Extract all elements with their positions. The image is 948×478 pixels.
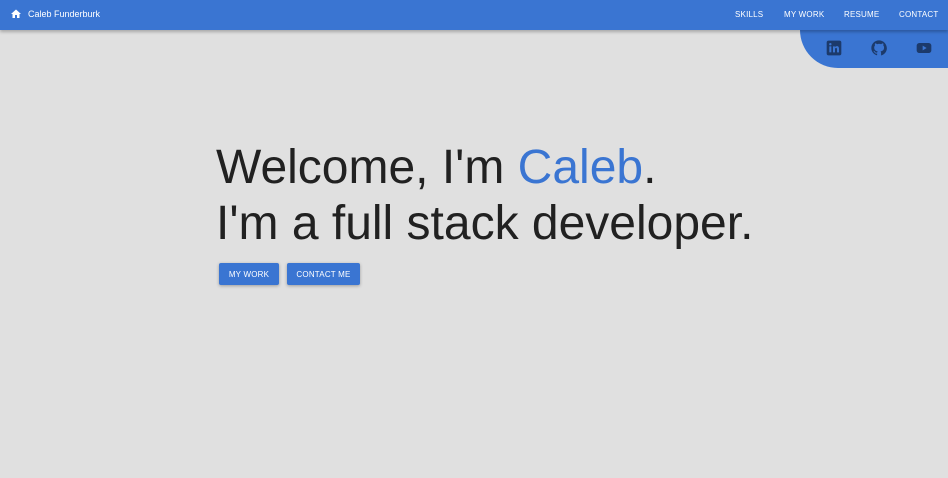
my-work-button[interactable]: MY WORK [219, 263, 279, 285]
nav-resume[interactable]: RESUME [844, 9, 879, 20]
linkedin-icon[interactable] [826, 40, 842, 56]
nav-my-work[interactable]: MY WORK [784, 9, 824, 20]
hero-heading: Welcome, I'm Caleb. I'm a full stack dev… [216, 140, 753, 252]
hero-name: Caleb [517, 141, 644, 194]
nav-skills[interactable]: SKILLS [735, 9, 763, 20]
github-icon[interactable] [871, 40, 887, 56]
social-links-panel [800, 30, 948, 68]
contact-me-button[interactable]: CONTACT ME [287, 263, 360, 285]
home-icon[interactable] [10, 8, 22, 20]
hero-line-2: I'm a full stack developer. [216, 197, 754, 250]
hero-line-1: Welcome, I'm Caleb. [216, 140, 753, 196]
hero-greeting: Welcome, I'm [216, 141, 518, 194]
brand-name[interactable]: Caleb Funderburk [28, 8, 100, 20]
app-bar: Caleb Funderburk SKILLS MY WORK RESUME C… [0, 0, 948, 30]
youtube-icon[interactable] [916, 40, 932, 56]
hero-period: . [643, 141, 657, 194]
nav-contact[interactable]: CONTACT [899, 9, 938, 20]
